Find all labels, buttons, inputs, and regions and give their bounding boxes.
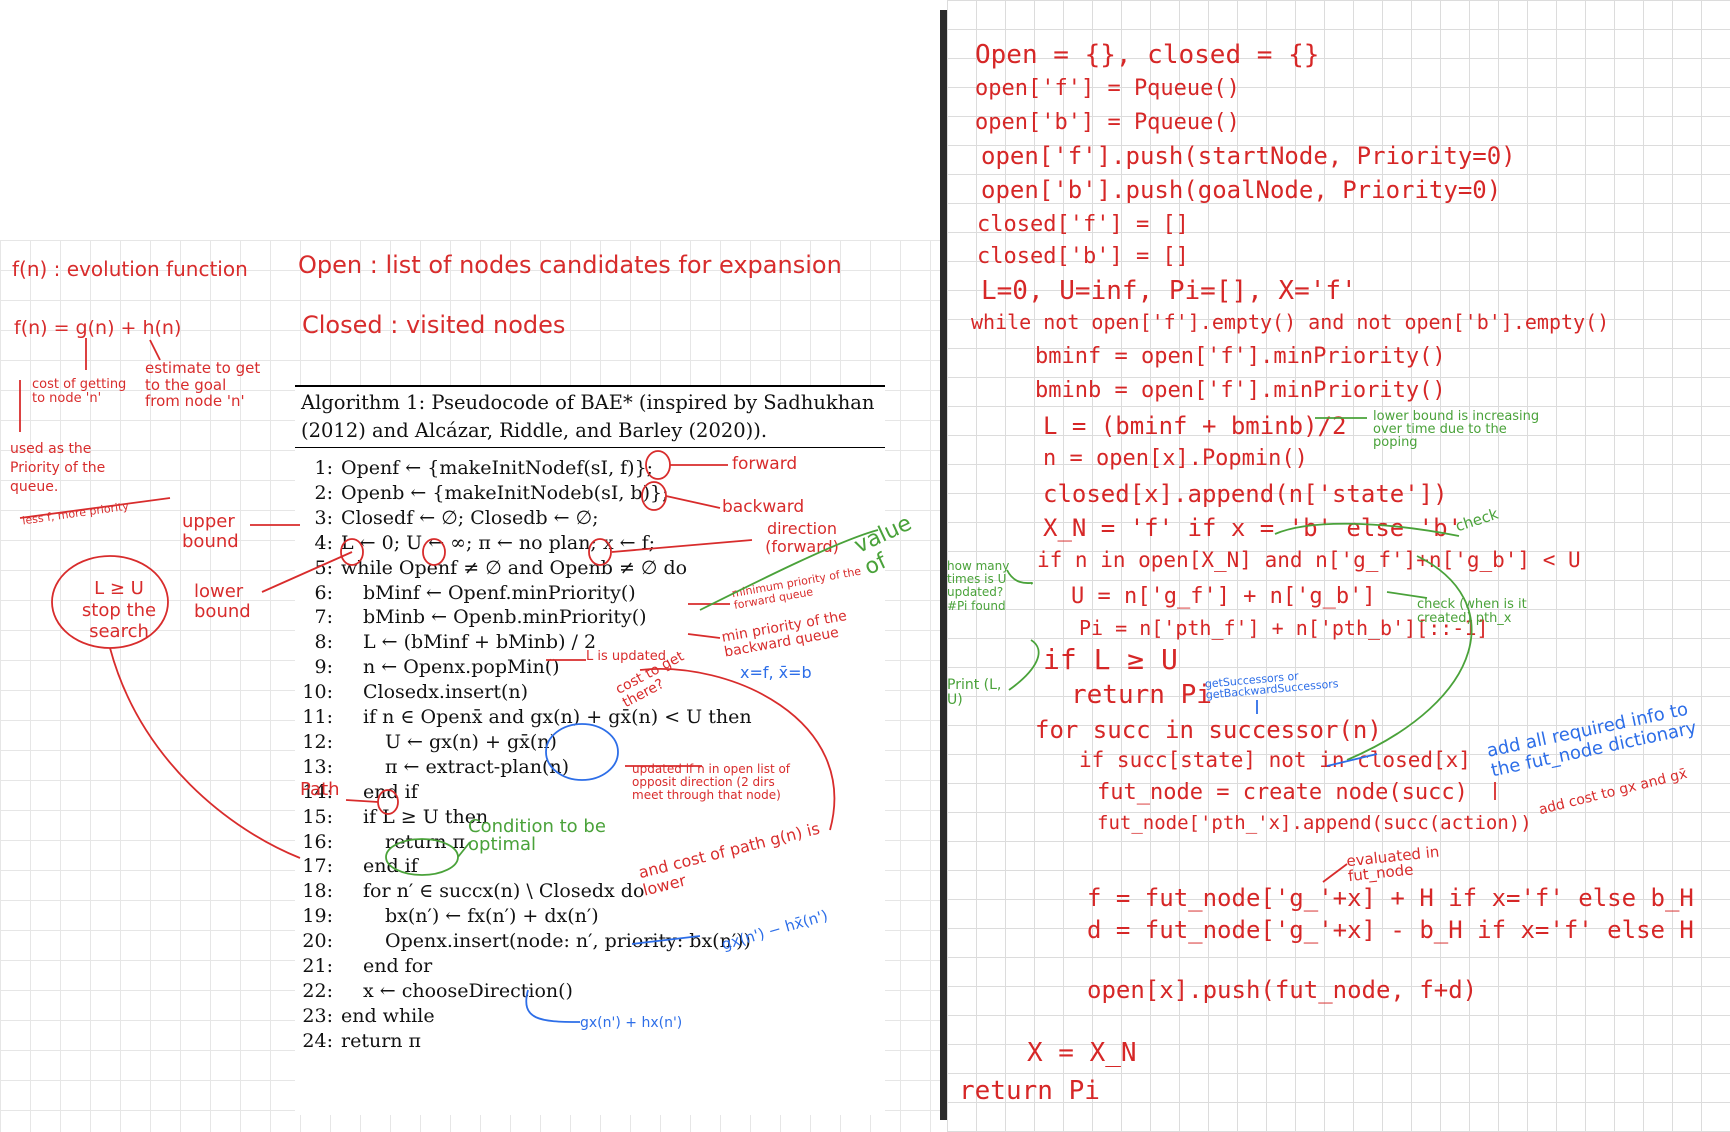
arrow-print <box>1008 639 1040 691</box>
arrow-blue-bottom <box>525 989 581 1023</box>
arrow-how-many <box>1006 569 1034 585</box>
circle-f <box>645 450 671 480</box>
left-panel: f(n) : evolution function f(n) = g(n) + … <box>0 0 940 1132</box>
arrow-check <box>1274 522 1460 537</box>
arrow-condition <box>457 841 471 858</box>
arrow-check-2 <box>1386 591 1428 599</box>
arrow-blue-top <box>631 935 701 945</box>
panel-divider <box>940 10 947 1120</box>
right-panel: Open = {}, closed = {} open['f'] = Pqueu… <box>947 0 1730 1132</box>
arrow-lower <box>261 551 353 593</box>
circle-x <box>588 538 612 566</box>
right-annotation-strokes <box>1006 417 1496 883</box>
circle-stop-search <box>51 555 169 649</box>
left-annotation-strokes <box>19 338 879 1023</box>
arrow-evaluated <box>1322 863 1348 883</box>
circle-b <box>641 481 667 511</box>
arrow-estimate <box>149 339 161 361</box>
circle-condition <box>385 838 459 876</box>
circle-gx <box>545 723 619 781</box>
arrow-path <box>345 799 379 803</box>
arrow-add-required <box>1326 753 1378 767</box>
arrow-backward <box>665 495 721 509</box>
underline-less-f <box>19 497 171 519</box>
arrow-stop <box>109 647 301 859</box>
circle-pi <box>377 789 399 815</box>
arrow-cost-gn <box>639 668 836 831</box>
arrow-successors <box>1346 555 1473 761</box>
arrow-min-b <box>687 633 721 639</box>
circle-u <box>422 538 446 566</box>
arrow-direction <box>611 539 753 553</box>
